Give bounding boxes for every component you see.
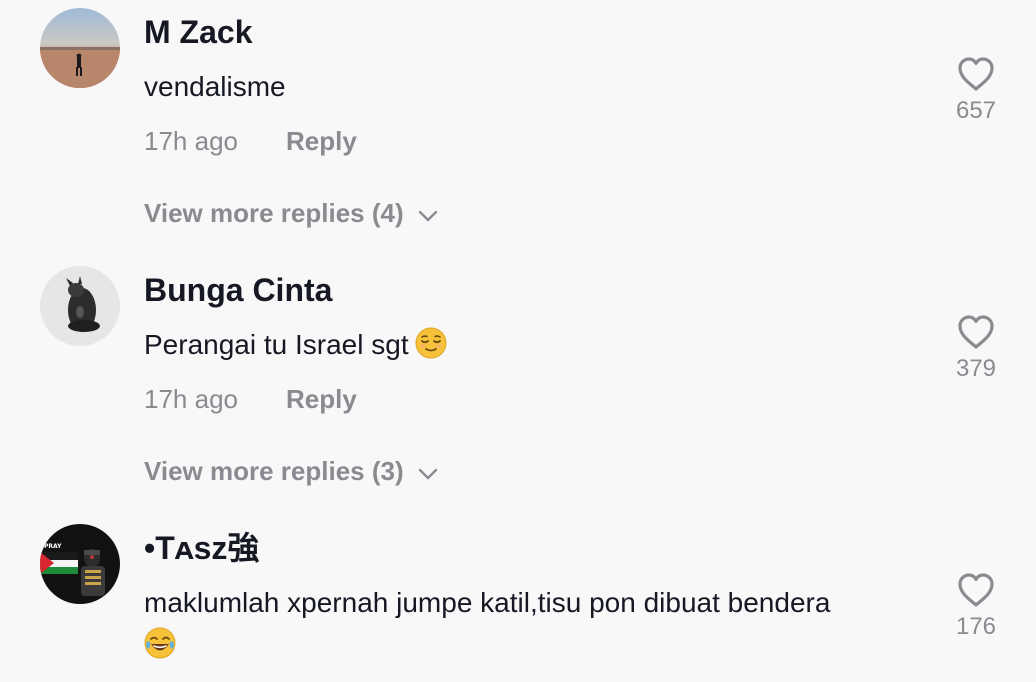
comment-meta: 17h ago Reply	[144, 384, 357, 414]
comment-timestamp: 17h ago	[144, 384, 238, 414]
view-more-replies-label: View more replies (3)	[144, 456, 404, 486]
reply-button[interactable]: Reply	[286, 126, 357, 156]
comment-timestamp: 17h ago	[144, 126, 238, 156]
view-more-replies-button[interactable]: View more replies (3)	[144, 456, 438, 486]
like-button[interactable]: 176	[946, 572, 1006, 641]
like-count: 657	[955, 97, 997, 124]
reply-button[interactable]: Reply	[286, 384, 357, 414]
like-button[interactable]: 657	[946, 56, 1006, 125]
view-more-replies-button[interactable]: View more replies (4)	[144, 198, 438, 228]
comment-username[interactable]: M Zack	[144, 14, 252, 50]
chevron-down-icon	[418, 198, 438, 228]
comment-text: Perangai tu Israel sgt	[144, 324, 934, 366]
like-button[interactable]: 379	[946, 314, 1006, 383]
avatar[interactable]	[40, 266, 120, 346]
tears-of-joy-face-emoji-icon	[144, 627, 176, 659]
comment-text-content: maklumlah xpernah jumpe katil,tisu pon d…	[144, 587, 831, 618]
chevron-down-icon	[418, 456, 438, 486]
comment-username[interactable]: •Tᴀsᴢ強	[144, 530, 259, 566]
comment-text: maklumlah xpernah jumpe katil,tisu pon d…	[144, 582, 934, 666]
comment-text-content: Perangai tu Israel sgt	[144, 329, 409, 360]
heart-outline-icon[interactable]	[957, 572, 995, 608]
heart-outline-icon[interactable]	[957, 56, 995, 92]
avatar[interactable]: PRAY	[40, 524, 120, 604]
comment-meta: 17h ago Reply	[144, 126, 357, 156]
like-count: 176	[955, 613, 997, 640]
like-count: 379	[955, 355, 997, 382]
view-more-replies-label: View more replies (4)	[144, 198, 404, 228]
comment-text-content: vendalisme	[144, 71, 286, 102]
avatar[interactable]	[40, 8, 120, 88]
heart-outline-icon[interactable]	[957, 314, 995, 350]
avatar-logo-text: PRAY	[44, 543, 62, 550]
comment-username[interactable]: Bunga Cinta	[144, 272, 332, 308]
comment-text: vendalisme	[144, 66, 934, 108]
relieved-face-emoji-icon	[415, 327, 447, 359]
